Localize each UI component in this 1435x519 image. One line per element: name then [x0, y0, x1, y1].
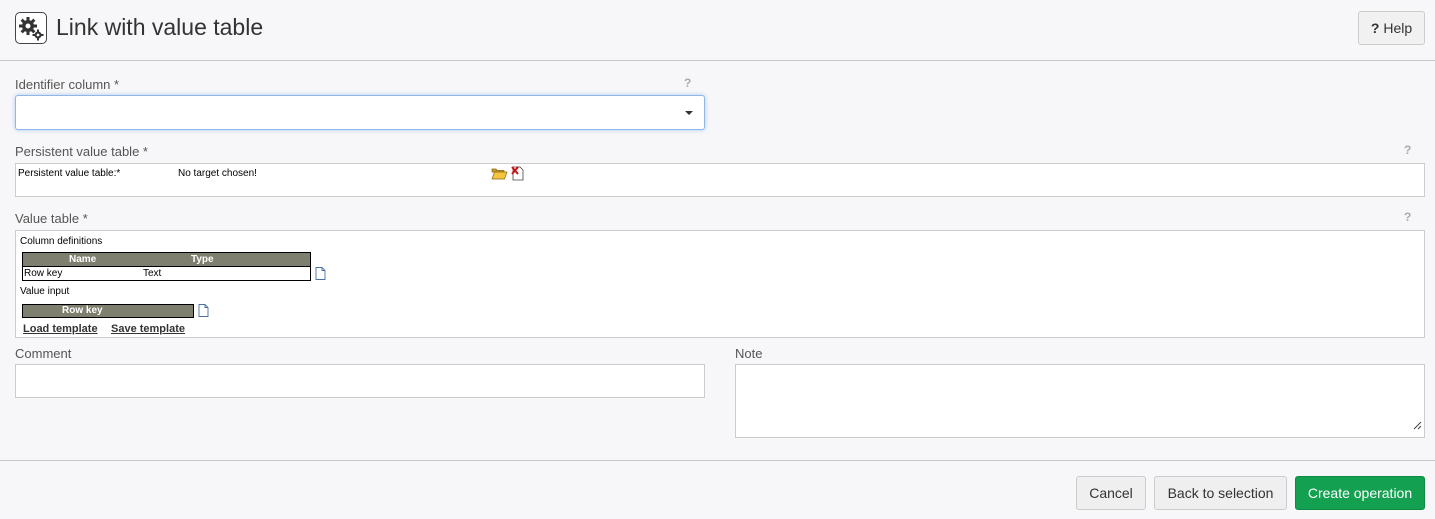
- identifier-column-label: Identifier column *: [15, 77, 120, 92]
- new-value-document-icon[interactable]: [198, 304, 209, 322]
- value-input-header: Row key: [22, 304, 194, 318]
- resize-handle-icon[interactable]: [1413, 417, 1422, 435]
- cancel-button[interactable]: Cancel: [1076, 476, 1146, 510]
- persistent-value-table-help-icon[interactable]: ?: [1404, 143, 1411, 157]
- column-definitions-header: Name Type: [22, 252, 311, 267]
- identifier-column-help-icon[interactable]: ?: [684, 76, 691, 90]
- column-header-name: Name: [69, 254, 97, 265]
- row-type-cell[interactable]: Text: [143, 268, 161, 279]
- persistent-value-table-label: Persistent value table *: [15, 144, 148, 159]
- value-input-label: Value input: [20, 286, 70, 297]
- persistent-value-table-status: No target chosen!: [178, 168, 257, 179]
- load-template-link[interactable]: Load template: [23, 323, 98, 335]
- value-input-header-row-key: Row key: [62, 305, 103, 316]
- comment-input[interactable]: [15, 364, 705, 398]
- gears-icon: [15, 12, 47, 44]
- question-icon: ?: [1370, 20, 1380, 36]
- footer-divider: [0, 460, 1435, 461]
- row-name-cell[interactable]: Row key: [24, 268, 62, 279]
- comment-label: Comment: [15, 346, 72, 361]
- value-table-box: [15, 230, 1425, 338]
- help-button[interactable]: ? Help: [1358, 11, 1425, 45]
- column-definitions-label: Column definitions: [20, 236, 103, 247]
- identifier-column-select[interactable]: [15, 95, 705, 130]
- table-row[interactable]: Row key Text: [22, 266, 311, 281]
- caret-down-icon: [685, 111, 693, 115]
- note-label: Note: [735, 346, 763, 361]
- value-table-label: Value table *: [15, 211, 88, 226]
- header: Link with value table ? Help: [0, 0, 1435, 61]
- folder-open-icon[interactable]: [491, 167, 508, 185]
- page-title: Link with value table: [56, 14, 264, 40]
- create-operation-button[interactable]: Create operation: [1295, 476, 1425, 510]
- note-textarea[interactable]: [735, 364, 1425, 438]
- persistent-value-table-field-label: Persistent value table:*: [18, 168, 121, 179]
- help-label: Help: [1383, 20, 1413, 36]
- value-table-help-icon[interactable]: ?: [1404, 210, 1411, 224]
- back-to-selection-button[interactable]: Back to selection: [1154, 476, 1287, 510]
- new-column-document-icon[interactable]: [315, 267, 326, 285]
- document-delete-icon[interactable]: [511, 166, 525, 186]
- column-header-type: Type: [191, 254, 214, 265]
- save-template-link[interactable]: Save template: [111, 323, 185, 335]
